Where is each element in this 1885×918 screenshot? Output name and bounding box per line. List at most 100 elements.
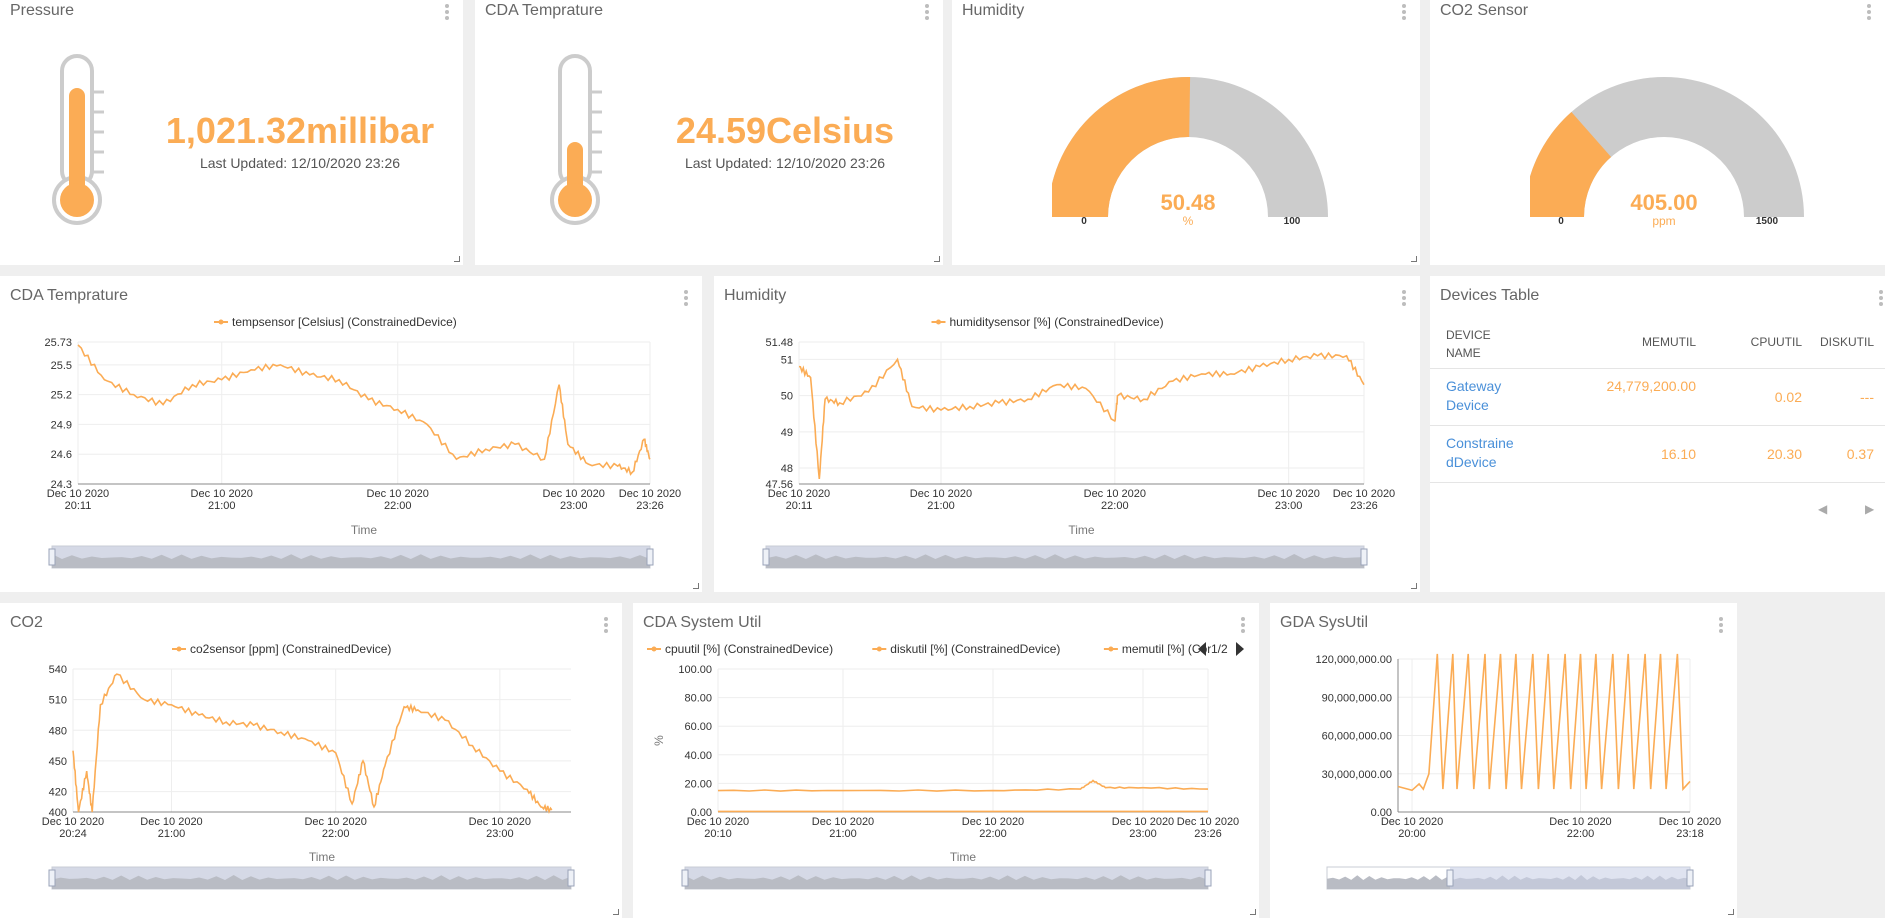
x-tick-label: 21:00 [158,828,186,840]
x-tick-label: Dec 10 2020 [910,488,972,500]
y-tick-label: 30,000,000.00 [1322,769,1392,781]
y-axis-label: % [652,735,666,746]
x-tick-label: 22:00 [979,828,1007,840]
co2-gauge: 405.00 ppm 0 1500 [1530,77,1804,228]
gda-sysutil-card: GDA SysUtil 120,000,000.00 90,000,000.00 6… [1270,603,1737,918]
card-title: CO2 Sensor [1440,2,1529,19]
x-tick-label: 23:26 [1194,828,1222,840]
x-axis-label: Time [950,850,977,864]
zoom-slider-handle [762,548,770,566]
resize-handle[interactable] [1250,909,1256,915]
series-line [1397,653,1691,792]
x-tick-label: Dec 10 2020 [543,488,605,500]
column-header-memutil[interactable]: MEMUTIL [1560,335,1696,349]
more-options-icon[interactable] [1402,4,1406,22]
humidity-gauge-card: Humidity 50.48 % 0 100 [952,0,1420,265]
humidity-chart-card: Humidity 51.48 51 50 49 48 47.56 Dec 10 2020 20… [714,276,1420,592]
x-tick-label: 20:11 [786,500,813,512]
y-tick-label: 510 [49,695,67,707]
x-tick-label: Dec 10 2020 [1381,816,1443,828]
resize-handle[interactable] [1728,909,1734,915]
legend-page-label: 1/2 [1211,642,1228,656]
gda-sysutil-line-chart[interactable]: 120,000,000.00 90,000,000.00 60,000,000.00… [1270,603,1737,918]
x-tick-label: Dec 10 2020 [962,816,1024,828]
x-tick-label: Dec 10 2020 [42,816,104,828]
zoom-slider-handle [1686,869,1694,887]
next-page-icon[interactable]: ▶ [1865,502,1874,516]
pressure-value: 1,021.32millibar [165,110,435,151]
x-tick-label: 22:00 [384,500,412,512]
y-tick-label: 60.00 [684,721,712,733]
x-tick-label: 20:10 [704,828,732,840]
y-tick-label: 25.73 [44,337,72,349]
x-tick-label: Dec 10 2020 [1659,816,1721,828]
pressure-card: Pressure 1,021.32millibar Last Updated: … [0,0,463,265]
more-options-icon[interactable] [1867,4,1871,22]
resize-handle[interactable] [934,256,940,262]
x-tick-label: Dec 10 2020 [1084,488,1146,500]
legend-marker [176,646,182,652]
resize-handle[interactable] [1411,583,1417,589]
legend-marker [218,319,224,325]
x-tick-label: Dec 10 2020 [469,816,531,828]
gridlines [72,668,571,813]
legend-marker [1108,646,1114,652]
device-link-gateway[interactable]: GatewayDevice [1446,377,1508,415]
zoom-slider-handle [681,869,689,887]
thermometer-icon [52,54,104,225]
y-tick-label: 40.00 [684,750,712,762]
gauge-max: 100 [1284,216,1301,227]
resize-handle[interactable] [693,583,699,589]
resize-handle[interactable] [613,909,619,915]
resize-handle[interactable] [1411,256,1417,262]
x-tick-label: Dec 10 2020 [304,816,366,828]
resize-handle[interactable] [454,256,460,262]
x-tick-label: 23:00 [1275,500,1303,512]
x-tick-label: Dec 10 2020 [812,816,874,828]
device-link-constrained[interactable]: ConstrainedDevice [1446,434,1516,472]
y-tick-label: 80.00 [684,693,712,705]
thermometer-fill [69,88,85,198]
gauge-value: 405.00 [1630,190,1697,215]
x-tick-label: Dec 10 2020 [768,488,830,500]
x-tick-label: 21:00 [829,828,857,840]
cda-system-util-line-chart[interactable]: 100.0080.0060.0040.0020.000.00Dec 10 202… [633,603,1259,918]
x-tick-label: 23:00 [1129,828,1157,840]
humidity-line-chart[interactable]: 51.485150494847.56Dec 10 202020:11Dec 10… [714,276,1420,592]
more-options-icon[interactable] [925,4,929,22]
x-tick-label: Dec 10 2020 [1549,816,1611,828]
co2-gauge-card: CO2 Sensor 405.00 ppm 0 1500 [1430,0,1885,265]
more-options-icon[interactable] [445,4,449,22]
column-header-cpuutil[interactable]: CPUUTIL [1730,335,1802,349]
x-axis-label: Time [351,523,378,537]
y-tick-label: 60,000,000.00 [1322,731,1392,743]
co2-line-chart[interactable]: 540510480450420400Dec 10 202020:24Dec 10… [0,603,622,918]
gateway-diskutil: --- [1860,389,1874,405]
x-tick-label: 21:00 [208,500,236,512]
column-header-device-name[interactable]: DEVICE NAME [1446,326,1506,362]
legend-label: diskutil [%] (ConstrainedDevice) [890,642,1060,656]
x-tick-label: Dec 10 2020 [47,488,109,500]
x-tick-label: 23:00 [486,828,514,840]
cda-temperature-line-chart[interactable]: 25.7325.525.224.924.624.3Dec 10 202020:1… [0,276,702,592]
gauge-unit: % [1183,214,1194,228]
previous-page-icon[interactable]: ◀ [1818,502,1827,516]
gauge-value: 50.48 [1160,190,1215,215]
y-tick-label: 51.48 [765,337,793,349]
legend-item: cpuutil [%] (ConstrainedDevice) [647,642,833,656]
x-tick-label: Dec 10 2020 [619,488,681,500]
zoom-slider-handle [48,548,56,566]
column-header-diskutil[interactable]: DISKUTIL [1810,335,1874,349]
y-tick-label: 450 [49,756,67,768]
gauge-min: 0 [1081,216,1087,227]
x-tick-label: 23:00 [560,500,588,512]
y-tick-label: 420 [49,787,67,799]
series-line [717,779,1209,792]
gauge-min: 0 [1558,216,1564,227]
humidity-gauge: 50.48 % 0 100 [1052,77,1328,228]
legend-marker [651,646,657,652]
y-tick-label: 100.00 [678,664,712,676]
x-axis-label: Time [309,850,336,864]
more-options-icon[interactable] [1879,290,1883,308]
zoom-slider-handle [48,869,56,887]
